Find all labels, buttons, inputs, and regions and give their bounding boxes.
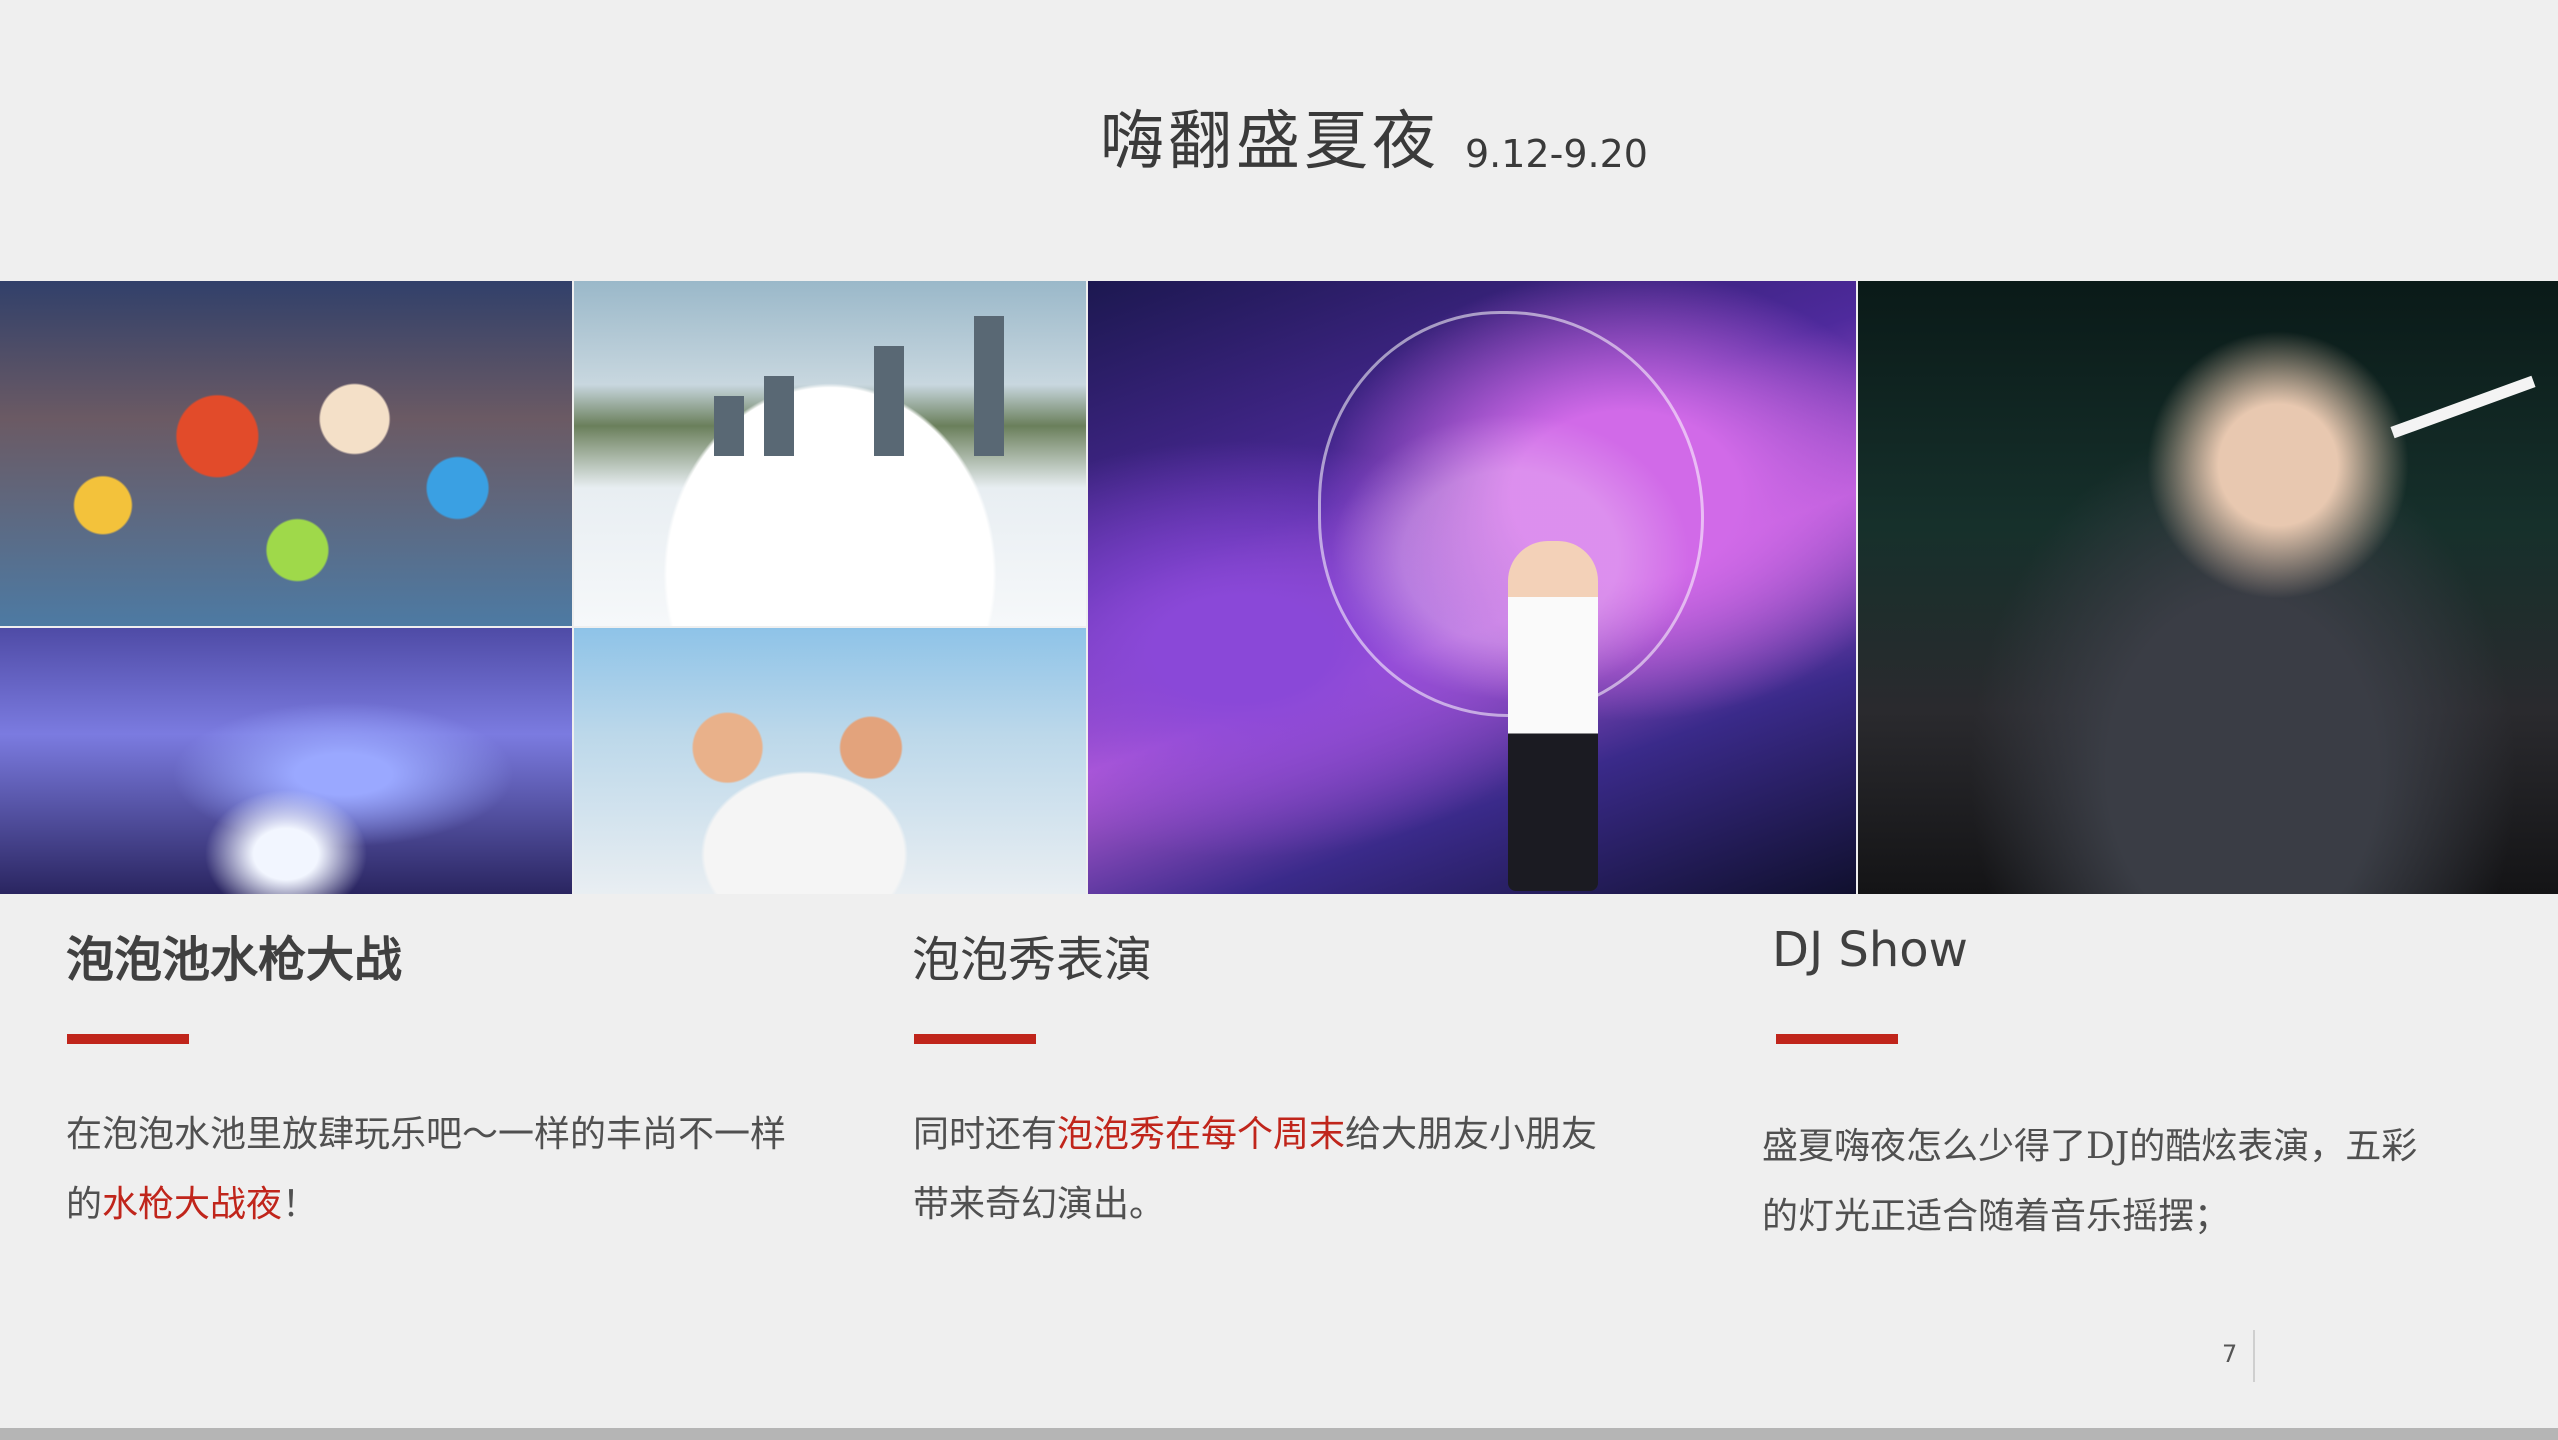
slide: 嗨翻盛夏夜 9.12-9.20 泡泡池水枪大战 在泡泡水池里放肆玩乐吧～一样的丰… <box>0 0 2558 1440</box>
date-range: 9.12-9.20 <box>1465 132 1648 176</box>
building-shape <box>764 376 794 456</box>
foam-party-photo <box>574 281 1086 626</box>
bubble-performer <box>1508 541 1598 891</box>
water-gun-crowd-photo <box>0 281 572 626</box>
bottom-bar <box>0 1428 2558 1440</box>
text-segment: ！ <box>282 1184 319 1225</box>
building-shape <box>874 346 904 456</box>
building-shape <box>974 316 1004 456</box>
neon-sign <box>2390 375 2536 439</box>
kids-water-gun-photo <box>574 628 1086 894</box>
column-heading-water-gun: 泡泡池水枪大战 <box>66 932 403 988</box>
building-shape <box>714 396 744 456</box>
text-segment: 盛夏嗨夜怎么少得了DJ的酷炫表演，五彩的灯光正适合随着音乐摇摆； <box>1762 1126 2418 1237</box>
column-text-dj-show: 盛夏嗨夜怎么少得了DJ的酷炫表演，五彩的灯光正适合随着音乐摇摆； <box>1762 1112 2442 1252</box>
concert-confetti-photo <box>0 628 572 894</box>
highlight-text: 泡泡秀在每个周末 <box>1057 1114 1346 1155</box>
page-number-divider <box>2253 1330 2255 1382</box>
column-text-bubble-show: 同时还有泡泡秀在每个周末给大朋友小朋友带来奇幻演出。 <box>913 1100 1633 1240</box>
bubble-show-photo <box>1088 281 1856 894</box>
dj-performer-photo <box>1858 281 2558 894</box>
page-number: 7 <box>2222 1340 2238 1368</box>
slide-title: 嗨翻盛夏夜 <box>1100 105 1440 179</box>
column-heading-bubble-show: 泡泡秀表演 <box>912 932 1153 988</box>
highlight-text: 水枪大战夜 <box>102 1184 283 1225</box>
column-heading-dj-show: DJ Show <box>1772 922 1968 978</box>
accent-bar <box>914 1034 1036 1044</box>
accent-bar <box>1776 1034 1898 1044</box>
column-text-water-gun: 在泡泡水池里放肆玩乐吧～一样的丰尚不一样的水枪大战夜！ <box>66 1100 786 1240</box>
accent-bar <box>67 1034 189 1044</box>
text-segment: 同时还有 <box>913 1114 1058 1155</box>
